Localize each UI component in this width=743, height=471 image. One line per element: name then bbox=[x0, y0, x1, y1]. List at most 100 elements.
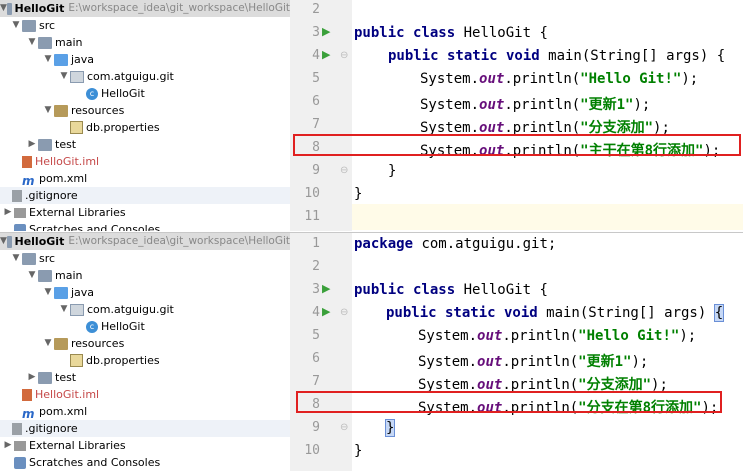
code-line-3: public class HelloGit { bbox=[354, 282, 548, 298]
fold-icon[interactable]: ⊖ bbox=[340, 165, 348, 176]
tree-item-main[interactable]: ▼ main bbox=[26, 267, 83, 284]
tree-item-package[interactable]: ▼ com.atguigu.git bbox=[58, 68, 174, 85]
tree-item-label: main bbox=[55, 269, 83, 282]
tree-item-gitignore[interactable]: .gitignore bbox=[0, 420, 290, 437]
chevron-down-icon[interactable]: ▼ bbox=[58, 68, 70, 85]
folder-icon bbox=[6, 235, 12, 248]
chevron-right-icon[interactable]: ▶ bbox=[2, 204, 14, 221]
chevron-down-icon[interactable]: ▼ bbox=[10, 17, 22, 34]
iml-file-icon bbox=[22, 155, 32, 168]
project-tree: ▼ HelloGit E:\workspace_idea\git_workspa… bbox=[0, 233, 290, 471]
current-line-highlight bbox=[352, 204, 743, 230]
matched-brace: { bbox=[713, 304, 725, 322]
project-path: E:\workspace_idea\git_workspace\HelloGit bbox=[68, 235, 290, 247]
tree-item-hellogit-iml[interactable]: HelloGit.iml bbox=[22, 153, 99, 170]
run-icon[interactable]: ▶ bbox=[322, 25, 330, 38]
line-number: 10 bbox=[304, 443, 320, 458]
run-icon[interactable]: ▶ bbox=[322, 305, 330, 318]
folder-icon bbox=[38, 371, 52, 384]
chevron-right-icon[interactable]: ▶ bbox=[2, 437, 14, 454]
tree-item-resources[interactable]: ▼ resources bbox=[42, 102, 125, 119]
tree-item-label: HelloGit.iml bbox=[35, 155, 100, 168]
tree-item-label: com.atguigu.git bbox=[87, 303, 174, 316]
chevron-down-icon[interactable]: ▼ bbox=[58, 301, 70, 318]
fold-icon[interactable]: ⊖ bbox=[340, 50, 348, 61]
tree-item-label: .gitignore bbox=[25, 189, 78, 202]
library-icon bbox=[14, 440, 26, 451]
tree-item-label: Scratches and Consoles bbox=[29, 223, 161, 231]
editor-gutter: 2 3 ▶ 4 ▶ ⊖ 5 6 7 8 9 ⊖ 10 11 bbox=[290, 0, 352, 231]
properties-file-icon bbox=[70, 354, 83, 367]
tree-item-label: HelloGit.iml bbox=[35, 388, 100, 401]
line-number: 3 bbox=[312, 25, 320, 40]
tree-item-test[interactable]: ▶ test bbox=[26, 136, 77, 153]
tree-item-label: External Libraries bbox=[29, 439, 126, 452]
library-icon bbox=[14, 207, 26, 218]
line-number: 5 bbox=[312, 71, 320, 86]
tree-item-hellogit-iml[interactable]: HelloGit.iml bbox=[22, 386, 99, 403]
gitignore-icon bbox=[12, 422, 22, 435]
chevron-down-icon[interactable]: ▼ bbox=[10, 250, 22, 267]
scratches-icon bbox=[14, 223, 26, 231]
line-number: 9 bbox=[312, 420, 320, 435]
code-editor[interactable]: package com.atguigu.git; public class He… bbox=[352, 233, 743, 471]
package-icon bbox=[70, 303, 84, 316]
tree-item-test[interactable]: ▶ test bbox=[26, 369, 77, 386]
tree-item-package[interactable]: ▼ com.atguigu.git bbox=[58, 301, 174, 318]
run-icon[interactable]: ▶ bbox=[322, 282, 330, 295]
chevron-right-icon[interactable]: ▶ bbox=[26, 369, 38, 386]
project-name: HelloGit bbox=[14, 235, 65, 248]
chevron-down-icon[interactable]: ▼ bbox=[42, 102, 54, 119]
tree-item-src[interactable]: ▼ src bbox=[10, 250, 56, 267]
line-number: 2 bbox=[312, 259, 320, 274]
tree-item-external-libraries[interactable]: ▶ External Libraries bbox=[2, 437, 126, 454]
tree-item-db-properties[interactable]: db.properties bbox=[70, 352, 160, 369]
source-folder-icon bbox=[54, 53, 68, 66]
tree-item-pom[interactable]: m pom.xml bbox=[22, 170, 87, 188]
tree-item-hellogit-class[interactable]: c HelloGit bbox=[86, 85, 145, 102]
chevron-down-icon[interactable]: ▼ bbox=[42, 335, 54, 352]
tree-item-main[interactable]: ▼ main bbox=[26, 34, 83, 51]
tree-item-label: Scratches and Consoles bbox=[29, 456, 161, 469]
line-number: 6 bbox=[312, 351, 320, 366]
tree-item-java[interactable]: ▼ java bbox=[42, 51, 95, 68]
code-line-10: } bbox=[354, 186, 363, 202]
project-root-row[interactable]: ▼ HelloGit E:\workspace_idea\git_workspa… bbox=[0, 0, 290, 17]
tree-item-java[interactable]: ▼ java bbox=[42, 284, 95, 301]
class-icon: c bbox=[86, 87, 98, 100]
tree-item-label: test bbox=[55, 138, 77, 151]
fold-icon[interactable]: ⊖ bbox=[340, 422, 348, 433]
tree-item-src[interactable]: ▼ src bbox=[10, 17, 56, 34]
chevron-right-icon[interactable]: ▶ bbox=[26, 136, 38, 153]
code-line-9: } bbox=[388, 163, 397, 179]
source-folder-icon bbox=[54, 286, 68, 299]
tree-item-resources[interactable]: ▼ resources bbox=[42, 335, 125, 352]
tree-item-pom[interactable]: m pom.xml bbox=[22, 403, 87, 421]
bottom-ide-panel: ▼ HelloGit E:\workspace_idea\git_workspa… bbox=[0, 232, 743, 471]
tree-item-scratches[interactable]: Scratches and Consoles bbox=[14, 221, 160, 231]
tree-item-external-libraries[interactable]: ▶ External Libraries bbox=[2, 204, 126, 221]
package-icon bbox=[70, 70, 84, 83]
iml-file-icon bbox=[22, 388, 32, 401]
chevron-down-icon[interactable]: ▼ bbox=[42, 51, 54, 68]
tree-item-scratches[interactable]: Scratches and Consoles bbox=[14, 454, 160, 471]
tree-item-db-properties[interactable]: db.properties bbox=[70, 119, 160, 136]
line-number: 7 bbox=[312, 374, 320, 389]
tree-item-label: .gitignore bbox=[25, 422, 78, 435]
code-line-5: System.out.println("Hello Git!"); bbox=[418, 328, 697, 344]
chevron-down-icon[interactable]: ▼ bbox=[26, 267, 38, 284]
chevron-down-icon[interactable]: ▼ bbox=[26, 34, 38, 51]
project-root-row[interactable]: ▼ HelloGit E:\workspace_idea\git_workspa… bbox=[0, 233, 290, 250]
project-path: E:\workspace_idea\git_workspace\HelloGit bbox=[68, 2, 290, 14]
run-icon[interactable]: ▶ bbox=[322, 48, 330, 61]
code-editor[interactable]: public class HelloGit { public static vo… bbox=[352, 0, 743, 231]
tree-item-label: resources bbox=[71, 337, 125, 350]
tree-item-gitignore[interactable]: .gitignore bbox=[0, 187, 290, 204]
scratches-icon bbox=[14, 456, 26, 469]
tree-item-hellogit-class[interactable]: c HelloGit bbox=[86, 318, 145, 335]
fold-icon[interactable]: ⊖ bbox=[340, 307, 348, 318]
chevron-down-icon[interactable]: ▼ bbox=[42, 284, 54, 301]
chevron-down-icon[interactable]: ▼ bbox=[0, 0, 7, 17]
chevron-down-icon[interactable]: ▼ bbox=[0, 233, 7, 250]
project-name: HelloGit bbox=[14, 2, 65, 15]
